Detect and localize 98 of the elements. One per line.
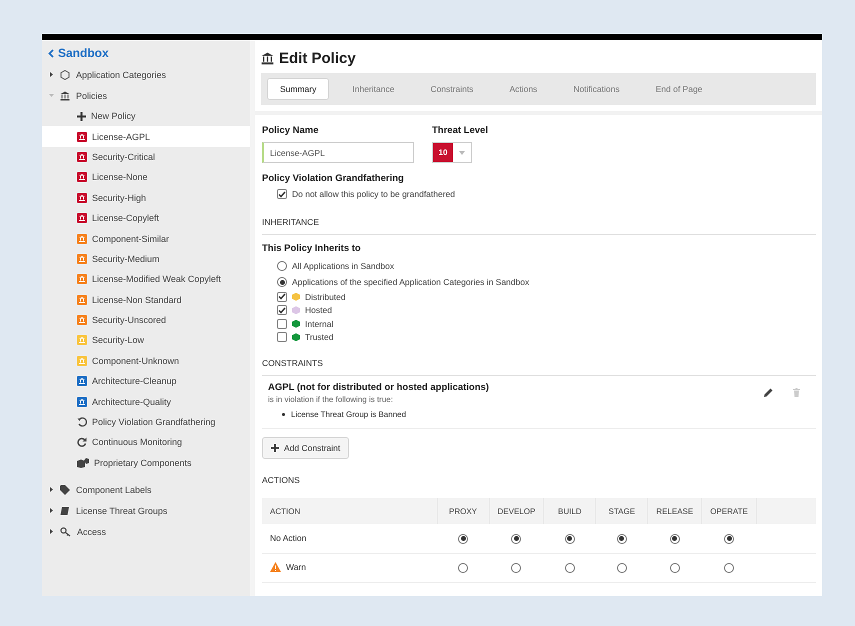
radio-button[interactable] (616, 562, 627, 573)
key-icon (60, 526, 71, 537)
radio-button[interactable] (724, 562, 734, 573)
tab[interactable]: End of Page (642, 78, 716, 100)
bank-icon (261, 52, 274, 65)
hexagon-icon (60, 70, 70, 80)
checkbox[interactable] (277, 332, 287, 342)
tree-item[interactable]: Security-Unscored (42, 310, 250, 330)
bullet-icon (282, 413, 285, 416)
column-header: ACTION (262, 498, 437, 524)
constraint-title: AGPL (not for distributed or hosted applications) (268, 382, 489, 393)
tree-item[interactable]: Architecture-Quality (42, 391, 250, 412)
radio-button[interactable] (724, 534, 734, 544)
tree-item[interactable]: Security-Medium (42, 248, 250, 270)
policy-name-field[interactable]: License-AGPL (262, 142, 414, 163)
radio-button[interactable] (616, 534, 627, 544)
constraint-subtitle: is in violation if the following is true: (268, 395, 394, 404)
tree-item[interactable]: License-Non Standard (42, 290, 250, 310)
column-header: OPERATE (702, 498, 756, 524)
tree-item[interactable]: License-AGPL (42, 126, 250, 147)
radio-button[interactable] (458, 534, 468, 544)
tree-item[interactable]: Policies (42, 85, 250, 106)
add-constraint-button[interactable]: Add Constraint (262, 437, 350, 459)
section-heading: ACTIONS (262, 474, 301, 487)
tree-item[interactable]: Proprietary Components (42, 452, 250, 474)
radio-label: All Applications in Sandbox (292, 261, 394, 271)
radio-button[interactable] (277, 261, 287, 271)
field-label: Threat Level (432, 125, 488, 136)
radio-button[interactable] (458, 562, 468, 573)
radio-button[interactable] (511, 534, 522, 544)
checkbox[interactable] (277, 292, 287, 302)
column-header: STAGE (596, 498, 648, 524)
radio-button[interactable] (564, 534, 575, 544)
tree-item[interactable]: License-None (42, 167, 250, 188)
check-icon (278, 190, 286, 198)
tree-item[interactable]: Component Labels (42, 479, 250, 500)
plus-icon (271, 444, 279, 452)
condition-item: License Threat Group is Banned (291, 409, 406, 420)
tab[interactable]: Notifications (560, 78, 633, 100)
triangle-right-icon[interactable] (49, 72, 54, 77)
checkbox-label: Trusted (305, 332, 334, 342)
refresh-icon (77, 437, 87, 448)
tree-item[interactable]: New Policy (42, 106, 250, 126)
tab[interactable]: Summary (267, 78, 330, 100)
radio-button[interactable] (511, 562, 522, 573)
checkbox[interactable] (277, 318, 287, 329)
checkbox-label: Distributed (305, 292, 346, 302)
triangle-right-icon[interactable] (49, 508, 54, 514)
tree-item[interactable]: Security-Critical (42, 146, 250, 168)
radio-button[interactable] (564, 562, 575, 573)
action-label: No Action (270, 533, 306, 544)
page-title: Edit Policy (261, 50, 816, 67)
triangle-right-icon[interactable] (49, 529, 54, 534)
tree-item[interactable]: Component-Similar (42, 228, 250, 249)
tag-icon (60, 484, 70, 495)
column-header: RELEASE (648, 498, 702, 524)
column-header: BUILD (544, 498, 596, 524)
field-label: This Policy Inherits to (262, 243, 362, 254)
tab[interactable]: Actions (496, 78, 550, 100)
section-heading: INHERITANCE (262, 209, 816, 235)
pencil-icon[interactable] (764, 388, 773, 397)
section-heading: CONSTRAINTS (262, 350, 816, 376)
radio-label: Applications of the specified Application Categories in Sandbox (292, 277, 530, 287)
tree-item[interactable]: Access (42, 521, 250, 542)
tab[interactable]: Constraints (417, 78, 486, 100)
plus-icon (77, 112, 86, 121)
action-label: Warn (286, 562, 306, 572)
tree-item[interactable]: Security-Low (42, 330, 250, 351)
column-header: DEVELOP (489, 498, 544, 524)
radio-button[interactable] (670, 562, 680, 573)
history-icon (77, 417, 87, 428)
tree-item[interactable]: Security-High (42, 188, 250, 208)
radio-button[interactable] (670, 534, 680, 544)
triangle-right-icon[interactable] (49, 487, 54, 492)
tree-item[interactable]: License-Modified Weak Copyleft (42, 269, 250, 290)
tree-item[interactable]: Architecture-Cleanup (42, 371, 250, 392)
checkbox[interactable] (277, 189, 287, 199)
column-header: PROXY (437, 498, 489, 524)
tree-item[interactable]: Policy Violation Grandfathering (42, 412, 250, 432)
warning-icon (270, 562, 281, 572)
field-label: Policy Name (262, 125, 320, 136)
caret-icon (459, 150, 465, 154)
checkbox-label: Hosted (305, 305, 332, 316)
bank-icon (60, 90, 70, 100)
chevron-left-icon (48, 48, 54, 58)
tree-item[interactable]: Continuous Monitoring (42, 432, 250, 453)
tree-item[interactable]: License Threat Groups (42, 500, 250, 522)
tab[interactable]: Inheritance (339, 78, 408, 100)
checkbox[interactable] (277, 305, 287, 316)
radio-button[interactable] (277, 277, 287, 287)
field-label: Policy Violation Grandfathering (262, 173, 405, 184)
checkbox-label: Internal (305, 318, 334, 329)
back-link[interactable]: Sandbox (42, 46, 250, 64)
tree-item[interactable]: Component-Unknown (42, 350, 250, 372)
checkbox-label: Do not allow this policy to be grandfathered (292, 189, 456, 199)
tree-item[interactable]: License-Copyleft (42, 208, 250, 228)
threat-level-select[interactable]: 10 (432, 142, 472, 163)
tree-item[interactable]: Application Categories (42, 64, 250, 85)
